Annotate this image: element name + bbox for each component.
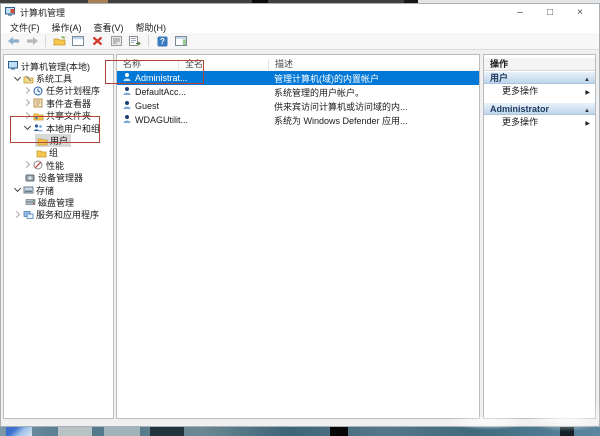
- tree-item-performance[interactable]: 性能: [4, 159, 113, 171]
- list-row-wdagutility[interactable]: WDAGUtilit... 系统为 Windows Defender 应用...: [117, 113, 479, 127]
- collapse-icon[interactable]: [584, 104, 590, 114]
- title-bar: 计算机管理 – □ ×: [1, 4, 599, 21]
- menu-help[interactable]: 帮助(H): [130, 21, 173, 34]
- close-button[interactable]: ×: [565, 5, 595, 21]
- toolbar: ?: [1, 33, 599, 50]
- export-list-icon[interactable]: [127, 34, 143, 48]
- console-tree-panel: 计算机管理(本地) 系统工具 任务计划程序 事件查看器: [3, 54, 114, 419]
- back-icon[interactable]: [5, 34, 21, 48]
- more-actions-administrator[interactable]: 更多操作: [484, 115, 595, 128]
- storage-icon: [23, 185, 34, 195]
- help-icon[interactable]: ?: [154, 34, 170, 48]
- disk-icon: [25, 197, 36, 207]
- chevron-collapsed-icon[interactable]: [24, 161, 32, 169]
- console-window-icon[interactable]: [70, 34, 86, 48]
- tree-item-task-scheduler[interactable]: 任务计划程序: [4, 85, 113, 97]
- tools-folder-icon: [23, 74, 34, 84]
- event-log-icon: [33, 98, 44, 108]
- user-icon: [122, 114, 132, 126]
- menu-bar: 文件(F) 操作(A) 查看(V) 帮助(H): [1, 21, 599, 33]
- column-header-description[interactable]: 描述: [269, 59, 479, 70]
- svg-text:?: ?: [160, 37, 165, 46]
- actions-section-administrator[interactable]: Administrator: [484, 103, 595, 115]
- list-row-guest[interactable]: Guest 供来宾访问计算机或访问域的内...: [117, 99, 479, 113]
- clock-icon: [33, 86, 44, 96]
- actions-panel: 操作 用户 更多操作 Administrator 更多操作: [483, 54, 596, 419]
- chevron-expanded-icon[interactable]: [14, 186, 22, 194]
- forward-icon[interactable]: [24, 34, 40, 48]
- user-icon: [122, 86, 132, 98]
- tree-item-disk-management[interactable]: 磁盘管理: [4, 196, 113, 208]
- user-icon: [122, 100, 132, 112]
- services-icon: [23, 210, 34, 220]
- menu-view[interactable]: 查看(V): [88, 21, 130, 34]
- list-row-defaultaccount[interactable]: DefaultAcc... 系统管理的用户帐户。: [117, 85, 479, 99]
- menu-file[interactable]: 文件(F): [4, 21, 46, 34]
- minimize-button[interactable]: –: [505, 5, 535, 21]
- show-action-pane-icon[interactable]: [173, 34, 189, 48]
- show-console-tree-icon[interactable]: [51, 34, 67, 48]
- watermark-smudge: [524, 398, 600, 432]
- chevron-expanded-icon[interactable]: [14, 75, 22, 83]
- tree-item-storage[interactable]: 存储: [4, 184, 113, 196]
- computer-icon: [8, 61, 19, 71]
- actions-pane-title: 操作: [484, 58, 595, 71]
- screen: 计算机管理 – □ × 文件(F) 操作(A) 查看(V) 帮助(H): [0, 0, 600, 436]
- chevron-collapsed-icon[interactable]: [24, 87, 32, 95]
- maximize-button[interactable]: □: [535, 5, 565, 21]
- device-manager-icon: [25, 173, 36, 183]
- annotation-box-tree-users: [10, 116, 100, 143]
- submenu-arrow-icon: [585, 86, 590, 96]
- tree-item-event-viewer[interactable]: 事件查看器: [4, 97, 113, 109]
- submenu-arrow-icon: [585, 117, 590, 127]
- window-title: 计算机管理: [20, 6, 65, 19]
- performance-icon: [33, 160, 44, 170]
- actions-section-users[interactable]: 用户: [484, 72, 595, 84]
- tree-item-system-tools[interactable]: 系统工具: [4, 72, 113, 84]
- delete-icon[interactable]: [89, 34, 105, 48]
- more-actions-users[interactable]: 更多操作: [484, 84, 595, 97]
- collapse-icon[interactable]: [584, 73, 590, 83]
- annotation-box-administrator-row: [105, 60, 204, 84]
- tree-item-services-applications[interactable]: 服务和应用程序: [4, 209, 113, 221]
- tree-item-groups[interactable]: 组: [4, 147, 113, 159]
- computer-management-window: 计算机管理 – □ × 文件(F) 操作(A) 查看(V) 帮助(H): [0, 3, 600, 427]
- chevron-collapsed-icon[interactable]: [24, 99, 32, 107]
- watermark-smudge: [448, 414, 528, 430]
- tree-item-computer-management[interactable]: 计算机管理(本地): [4, 60, 113, 72]
- user-list-panel: 名称 全名 描述 Administrat... 管理计算机(域)的内置帐户 De…: [116, 54, 480, 419]
- app-icon: [5, 7, 16, 19]
- tree-item-device-manager[interactable]: 设备管理器: [4, 172, 113, 184]
- properties-icon[interactable]: [108, 34, 124, 48]
- menu-action[interactable]: 操作(A): [46, 21, 88, 34]
- folder-icon: [36, 148, 47, 158]
- chevron-collapsed-icon[interactable]: [14, 211, 22, 219]
